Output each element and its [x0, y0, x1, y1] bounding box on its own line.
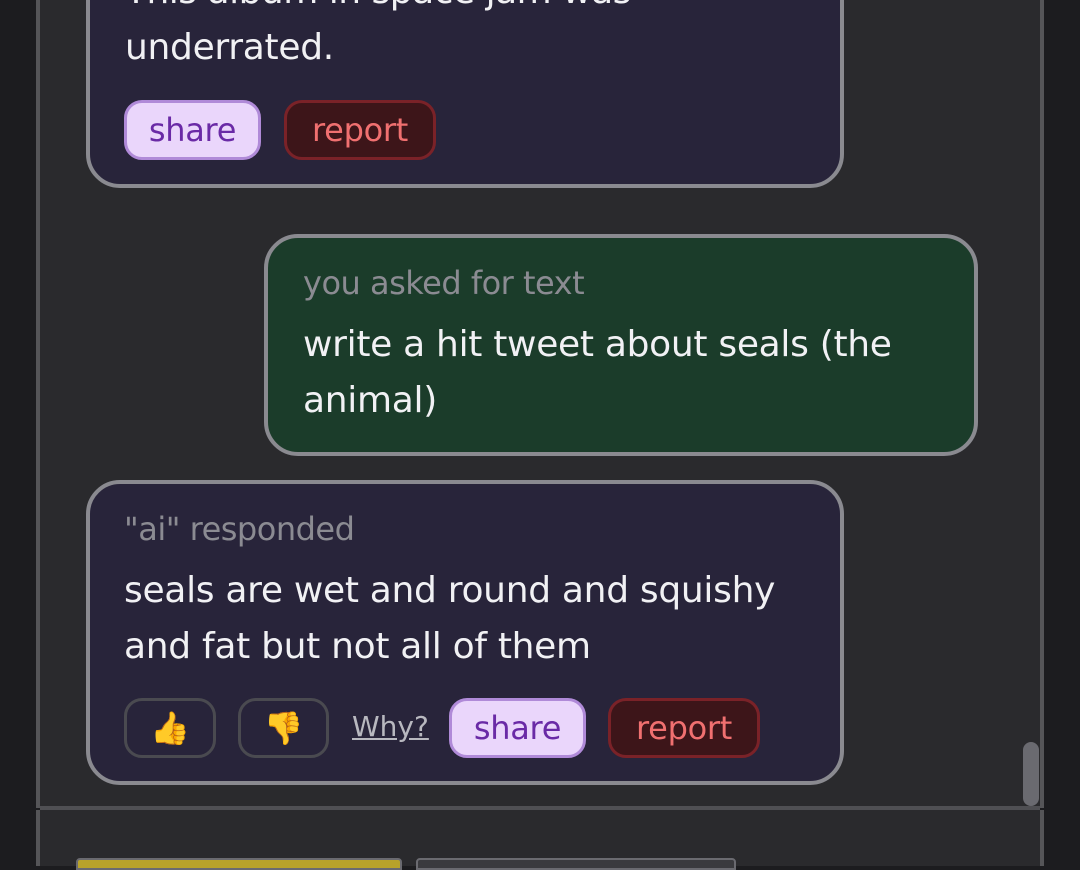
mode-tab-text[interactable] — [76, 858, 402, 870]
thumbs-down-icon: 👎 — [263, 709, 304, 747]
share-button[interactable]: share — [124, 100, 261, 160]
thumbs-up-icon: 👍 — [150, 709, 190, 747]
app-frame: This album in space jam was underrated. … — [0, 0, 1080, 870]
user-message-text-line-1: write a hit tweet about seals (the — [303, 324, 892, 365]
report-button[interactable]: report — [284, 100, 436, 160]
thumbs-up-button[interactable]: 👍 — [124, 698, 216, 758]
report-button[interactable]: report — [608, 698, 760, 758]
share-button[interactable]: share — [449, 698, 586, 758]
ai-message-text-line-2: and fat but not all of them — [124, 626, 591, 667]
ai-message-partial-text: underrated. — [125, 27, 334, 68]
thumbs-down-button[interactable]: 👎 — [238, 698, 329, 758]
ai-message-meta: "ai" responded — [124, 510, 355, 548]
why-link[interactable]: Why? — [352, 710, 429, 743]
ai-message-text-line-1: seals are wet and round and squishy — [124, 570, 776, 611]
mode-tab-other[interactable] — [416, 858, 736, 870]
user-message-meta: you asked for text — [303, 264, 585, 302]
ai-message-cutoff-text: This album in space jam was — [125, 0, 631, 12]
scrollbar-thumb[interactable] — [1023, 742, 1039, 806]
user-message-text-line-2: animal) — [303, 380, 437, 421]
